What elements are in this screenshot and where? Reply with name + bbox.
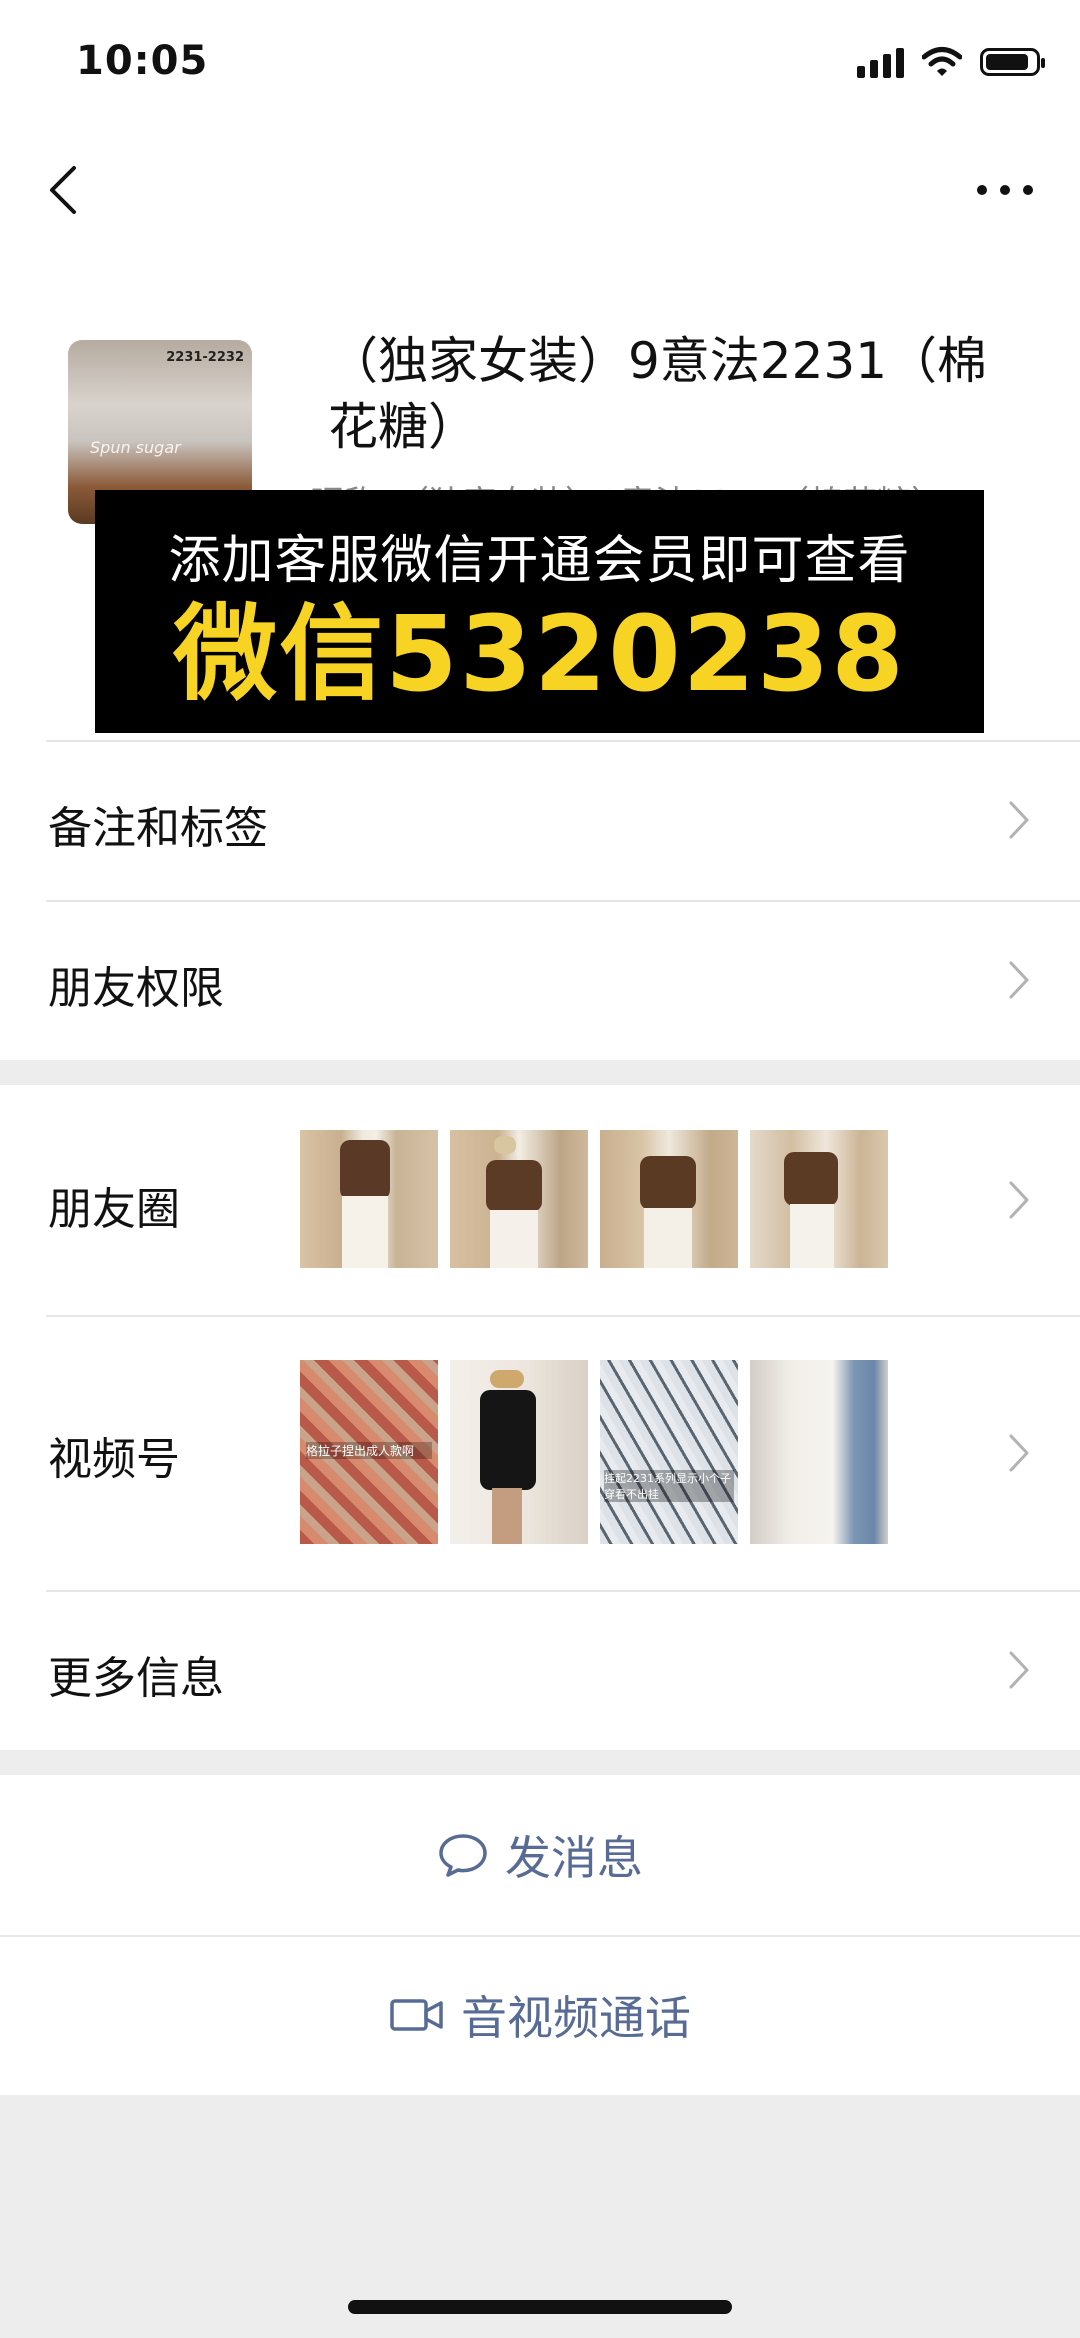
row-label: 更多信息 xyxy=(48,1653,224,1704)
divider xyxy=(46,1590,1080,1592)
avatar-caption: Spun sugar xyxy=(90,438,181,457)
back-button[interactable] xyxy=(40,160,100,220)
moments-thumbnails xyxy=(300,1130,888,1268)
chevron-right-icon xyxy=(1009,1651,1029,1689)
status-bar: 10:05 xyxy=(0,0,1080,130)
row-moments[interactable]: 朋友圈 xyxy=(0,1085,1080,1315)
avatar-label: 2231-2232 xyxy=(166,350,244,365)
chevron-right-icon xyxy=(1009,1181,1029,1219)
row-label: 朋友权限 xyxy=(48,963,224,1014)
status-time: 10:05 xyxy=(76,38,209,84)
video-camera-icon xyxy=(390,1999,443,2031)
channels-thumbnail xyxy=(450,1360,588,1544)
moments-thumbnail xyxy=(750,1130,888,1268)
send-message-content: 发消息 xyxy=(0,1775,1080,1935)
chevron-right-icon xyxy=(1009,801,1029,839)
nav-bar xyxy=(0,130,1080,250)
promo-wechat-id: 微信5320238 xyxy=(173,593,906,715)
row-friend-permissions[interactable]: 朋友权限 xyxy=(0,900,1080,1060)
row-label: 朋友圈 xyxy=(48,1184,180,1235)
contact-profile-page: 10:05 2231-2232 Spun sugar （独家女装）9意法2231… xyxy=(0,0,1080,2338)
status-icons xyxy=(857,46,1045,78)
chevron-right-icon xyxy=(1009,961,1029,999)
row-label: 视频号 xyxy=(48,1434,180,1485)
battery-icon xyxy=(980,48,1045,76)
signal-icon xyxy=(857,46,904,78)
moments-thumbnail xyxy=(300,1130,438,1268)
profile-name: （独家女装）9意法2231（棉花糖） xyxy=(328,332,988,456)
home-indicator xyxy=(348,2300,732,2314)
divider xyxy=(46,1315,1080,1317)
audio-video-call-label: 音视频通话 xyxy=(461,1991,691,2045)
channels-thumbnail xyxy=(750,1360,888,1544)
divider xyxy=(46,900,1080,902)
chat-bubble-icon xyxy=(439,1834,487,1877)
wifi-icon xyxy=(922,47,962,76)
channels-thumbnails: 格拉子捏出成人款啊 挂起2231系列显示小个子穿看不出挂 xyxy=(300,1360,888,1544)
divider xyxy=(46,740,1080,742)
more-dots-icon xyxy=(977,185,1033,195)
back-arrow-icon xyxy=(50,166,76,214)
row-label: 备注和标签 xyxy=(48,803,268,854)
channels-caption: 挂起2231系列显示小个子穿看不出挂 xyxy=(604,1470,734,1502)
channels-thumbnail: 挂起2231系列显示小个子穿看不出挂 xyxy=(600,1360,738,1544)
row-more-info[interactable]: 更多信息 xyxy=(0,1590,1080,1750)
moments-thumbnail xyxy=(450,1130,588,1268)
channels-thumbnail: 格拉子捏出成人款啊 xyxy=(300,1360,438,1544)
chevron-right-icon xyxy=(1009,1434,1029,1472)
audio-video-call-button[interactable]: 音视频通话 xyxy=(0,1935,1080,2095)
moments-thumbnail xyxy=(600,1130,738,1268)
promo-banner: 添加客服微信开通会员即可查看 微信5320238 xyxy=(95,490,984,733)
send-message-button[interactable]: 发消息 xyxy=(0,1775,1080,1935)
more-button[interactable] xyxy=(970,160,1040,220)
audio-video-call-content: 音视频通话 xyxy=(0,1935,1080,2095)
channels-caption: 格拉子捏出成人款啊 xyxy=(306,1442,432,1459)
send-message-label: 发消息 xyxy=(505,1831,643,1885)
row-remarks-tags[interactable]: 备注和标签 xyxy=(0,740,1080,900)
promo-line1: 添加客服微信开通会员即可查看 xyxy=(168,531,911,591)
row-channels[interactable]: 视频号 格拉子捏出成人款啊 挂起2231系列显示小个子穿看不出挂 xyxy=(0,1315,1080,1590)
